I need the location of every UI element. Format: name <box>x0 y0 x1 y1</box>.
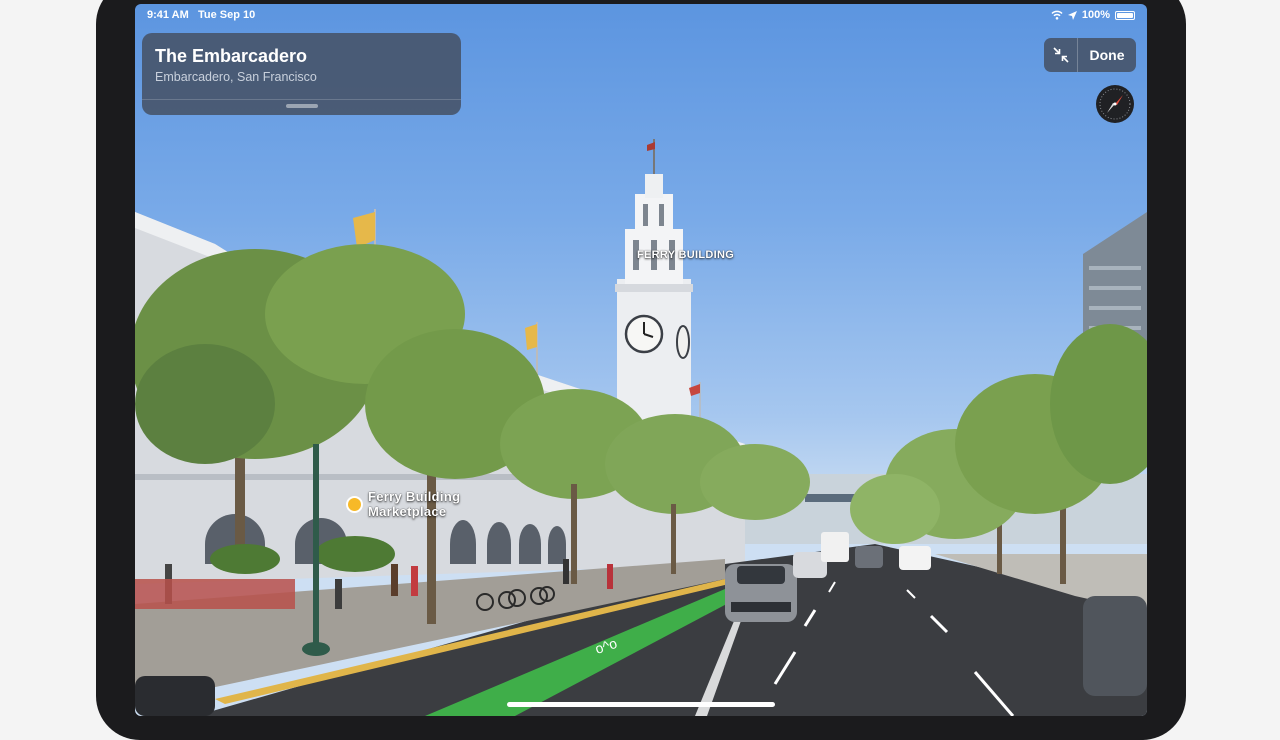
poi-marketplace-text: Ferry Building Marketplace <box>368 489 460 519</box>
poi-label-marketplace[interactable]: Ferry Building Marketplace <box>346 489 460 519</box>
status-time: 9:41 AM <box>147 9 189 21</box>
compass-button[interactable] <box>1096 85 1134 123</box>
clock-tower <box>615 139 693 439</box>
location-arrow-icon <box>1067 10 1077 20</box>
collapse-button[interactable] <box>1044 38 1078 72</box>
home-indicator[interactable] <box>507 702 775 707</box>
status-time-date: 9:41 AM Tue Sep 10 <box>147 9 255 21</box>
poi-marketplace-line1: Ferry Building <box>368 489 461 504</box>
place-title: The Embarcadero <box>155 46 308 66</box>
battery-percent: 100% <box>1081 9 1110 21</box>
poi-label-ferry-building[interactable]: FERRY BUILDING <box>637 249 734 261</box>
poi-marker-icon <box>346 495 363 513</box>
card-grabber-handle[interactable] <box>286 104 318 108</box>
wifi-icon <box>1051 10 1063 20</box>
battery-icon <box>1115 10 1135 20</box>
status-indicators: 100% <box>1051 9 1135 21</box>
collapse-arrows-icon <box>1052 47 1069 63</box>
place-card[interactable]: The Embarcadero Embarcadero, San Francis… <box>142 33 461 115</box>
card-divider <box>142 99 461 100</box>
right-trees <box>850 324 1147 584</box>
status-date: Tue Sep 10 <box>197 9 256 21</box>
status-bar: 9:41 AM Tue Sep 10 100% <box>135 4 1147 26</box>
place-subtitle: Embarcadero, San Francisco <box>155 70 317 84</box>
compass-icon <box>1099 88 1131 120</box>
view-controls: Done <box>1044 38 1136 72</box>
cafe-seating <box>135 579 295 609</box>
look-around-view[interactable]: o^o 9:41 AM Tue Sep 10 100% The Embarcad… <box>135 4 1147 716</box>
done-button[interactable]: Done <box>1078 47 1136 63</box>
poi-marketplace-line2: Marketplace <box>368 504 447 519</box>
